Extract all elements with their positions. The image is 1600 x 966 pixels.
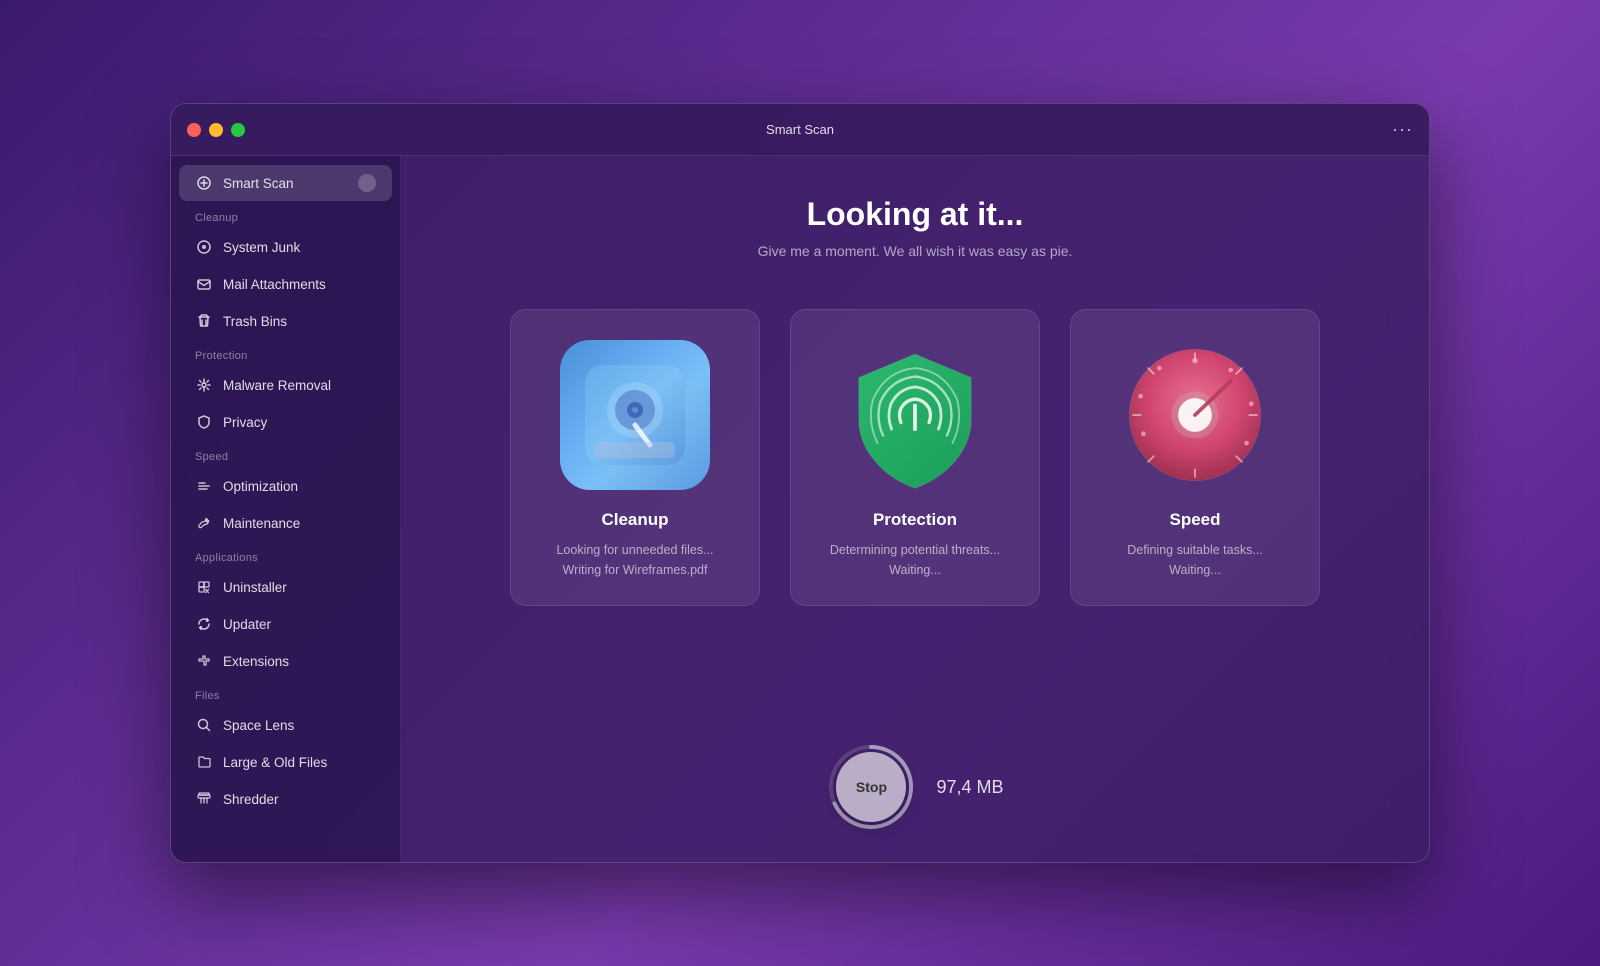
space-lens-icon <box>195 716 213 734</box>
extensions-icon <box>195 652 213 670</box>
smart-scan-badge <box>358 174 376 192</box>
uninstaller-label: Uninstaller <box>223 580 287 595</box>
sidebar-item-system-junk[interactable]: System Junk <box>179 229 392 265</box>
sidebar-item-maintenance[interactable]: Maintenance <box>179 505 392 541</box>
privacy-icon <box>195 413 213 431</box>
updater-icon <box>195 615 213 633</box>
updater-label: Updater <box>223 617 271 632</box>
sidebar-item-malware-removal[interactable]: Malware Removal <box>179 367 392 403</box>
sidebar-item-optimization[interactable]: Optimization <box>179 468 392 504</box>
maintenance-label: Maintenance <box>223 516 300 531</box>
mail-icon <box>195 275 213 293</box>
cleanup-card-title: Cleanup <box>601 510 668 530</box>
stop-button[interactable]: Stop <box>836 752 906 822</box>
section-speed-label: Speed <box>171 441 400 467</box>
section-protection-label: Protection <box>171 340 400 366</box>
sidebar-item-uninstaller[interactable]: Uninstaller <box>179 569 392 605</box>
trash-icon <box>195 312 213 330</box>
biohazard-icon <box>195 376 213 394</box>
app-window: Smart Scan ··· Smart Scan Cleanup <box>170 103 1430 863</box>
speed-card-title: Speed <box>1169 510 1220 530</box>
sidebar: Smart Scan Cleanup System Junk <box>171 156 401 862</box>
malware-removal-label: Malware Removal <box>223 378 331 393</box>
cleanup-card: Cleanup Looking for unneeded files... Wr… <box>510 309 760 606</box>
sidebar-item-mail-attachments[interactable]: Mail Attachments <box>179 266 392 302</box>
large-old-files-icon <box>195 753 213 771</box>
uninstaller-icon <box>195 578 213 596</box>
scan-size: 97,4 MB <box>936 777 1003 798</box>
protection-card-status: Determining potential threats... Waiting… <box>830 540 1000 580</box>
close-button[interactable] <box>187 123 201 137</box>
sidebar-item-extensions[interactable]: Extensions <box>179 643 392 679</box>
sidebar-item-shredder[interactable]: Shredder <box>179 781 392 817</box>
stop-button-container: Stop <box>826 742 916 832</box>
maximize-button[interactable] <box>231 123 245 137</box>
privacy-label: Privacy <box>223 415 267 430</box>
speed-card-status: Defining suitable tasks... Waiting... <box>1127 540 1263 580</box>
system-junk-label: System Junk <box>223 240 300 255</box>
sidebar-item-smart-scan[interactable]: Smart Scan <box>179 165 392 201</box>
scan-cards: Cleanup Looking for unneeded files... Wr… <box>461 309 1369 606</box>
mail-attachments-label: Mail Attachments <box>223 277 326 292</box>
sidebar-item-large-old-files[interactable]: Large & Old Files <box>179 744 392 780</box>
protection-card: Protection Determining potential threats… <box>790 309 1040 606</box>
window-title: Smart Scan <box>766 122 834 137</box>
main-content: Looking at it... Give me a moment. We al… <box>401 156 1429 862</box>
cleanup-card-status: Looking for unneeded files... Writing fo… <box>556 540 713 580</box>
protection-card-title: Protection <box>873 510 957 530</box>
optimization-icon <box>195 477 213 495</box>
smart-scan-icon <box>195 174 213 192</box>
titlebar: Smart Scan ··· <box>171 104 1429 156</box>
space-lens-label: Space Lens <box>223 718 294 733</box>
extensions-label: Extensions <box>223 654 289 669</box>
sidebar-item-trash-bins[interactable]: Trash Bins <box>179 303 392 339</box>
section-files-label: Files <box>171 680 400 706</box>
cleanup-card-icon <box>560 340 710 490</box>
more-options-button[interactable]: ··· <box>1392 119 1413 140</box>
sidebar-item-smart-scan-label: Smart Scan <box>223 176 294 191</box>
minimize-button[interactable] <box>209 123 223 137</box>
section-applications-label: Applications <box>171 542 400 568</box>
section-cleanup-label: Cleanup <box>171 202 400 228</box>
main-heading: Looking at it... <box>807 196 1024 233</box>
sidebar-item-space-lens[interactable]: Space Lens <box>179 707 392 743</box>
large-old-files-label: Large & Old Files <box>223 755 327 770</box>
traffic-lights <box>187 123 245 137</box>
content-area: Smart Scan Cleanup System Junk <box>171 156 1429 862</box>
system-junk-icon <box>195 238 213 256</box>
main-subheading: Give me a moment. We all wish it was eas… <box>758 243 1073 259</box>
sidebar-item-updater[interactable]: Updater <box>179 606 392 642</box>
protection-card-icon <box>840 340 990 490</box>
trash-bins-label: Trash Bins <box>223 314 287 329</box>
speed-card-icon <box>1120 340 1270 490</box>
maintenance-icon <box>195 514 213 532</box>
optimization-label: Optimization <box>223 479 298 494</box>
shredder-icon <box>195 790 213 808</box>
bottom-area: Stop 97,4 MB <box>826 712 1003 832</box>
shredder-label: Shredder <box>223 792 279 807</box>
sidebar-item-privacy[interactable]: Privacy <box>179 404 392 440</box>
speed-card: Speed Defining suitable tasks... Waiting… <box>1070 309 1320 606</box>
